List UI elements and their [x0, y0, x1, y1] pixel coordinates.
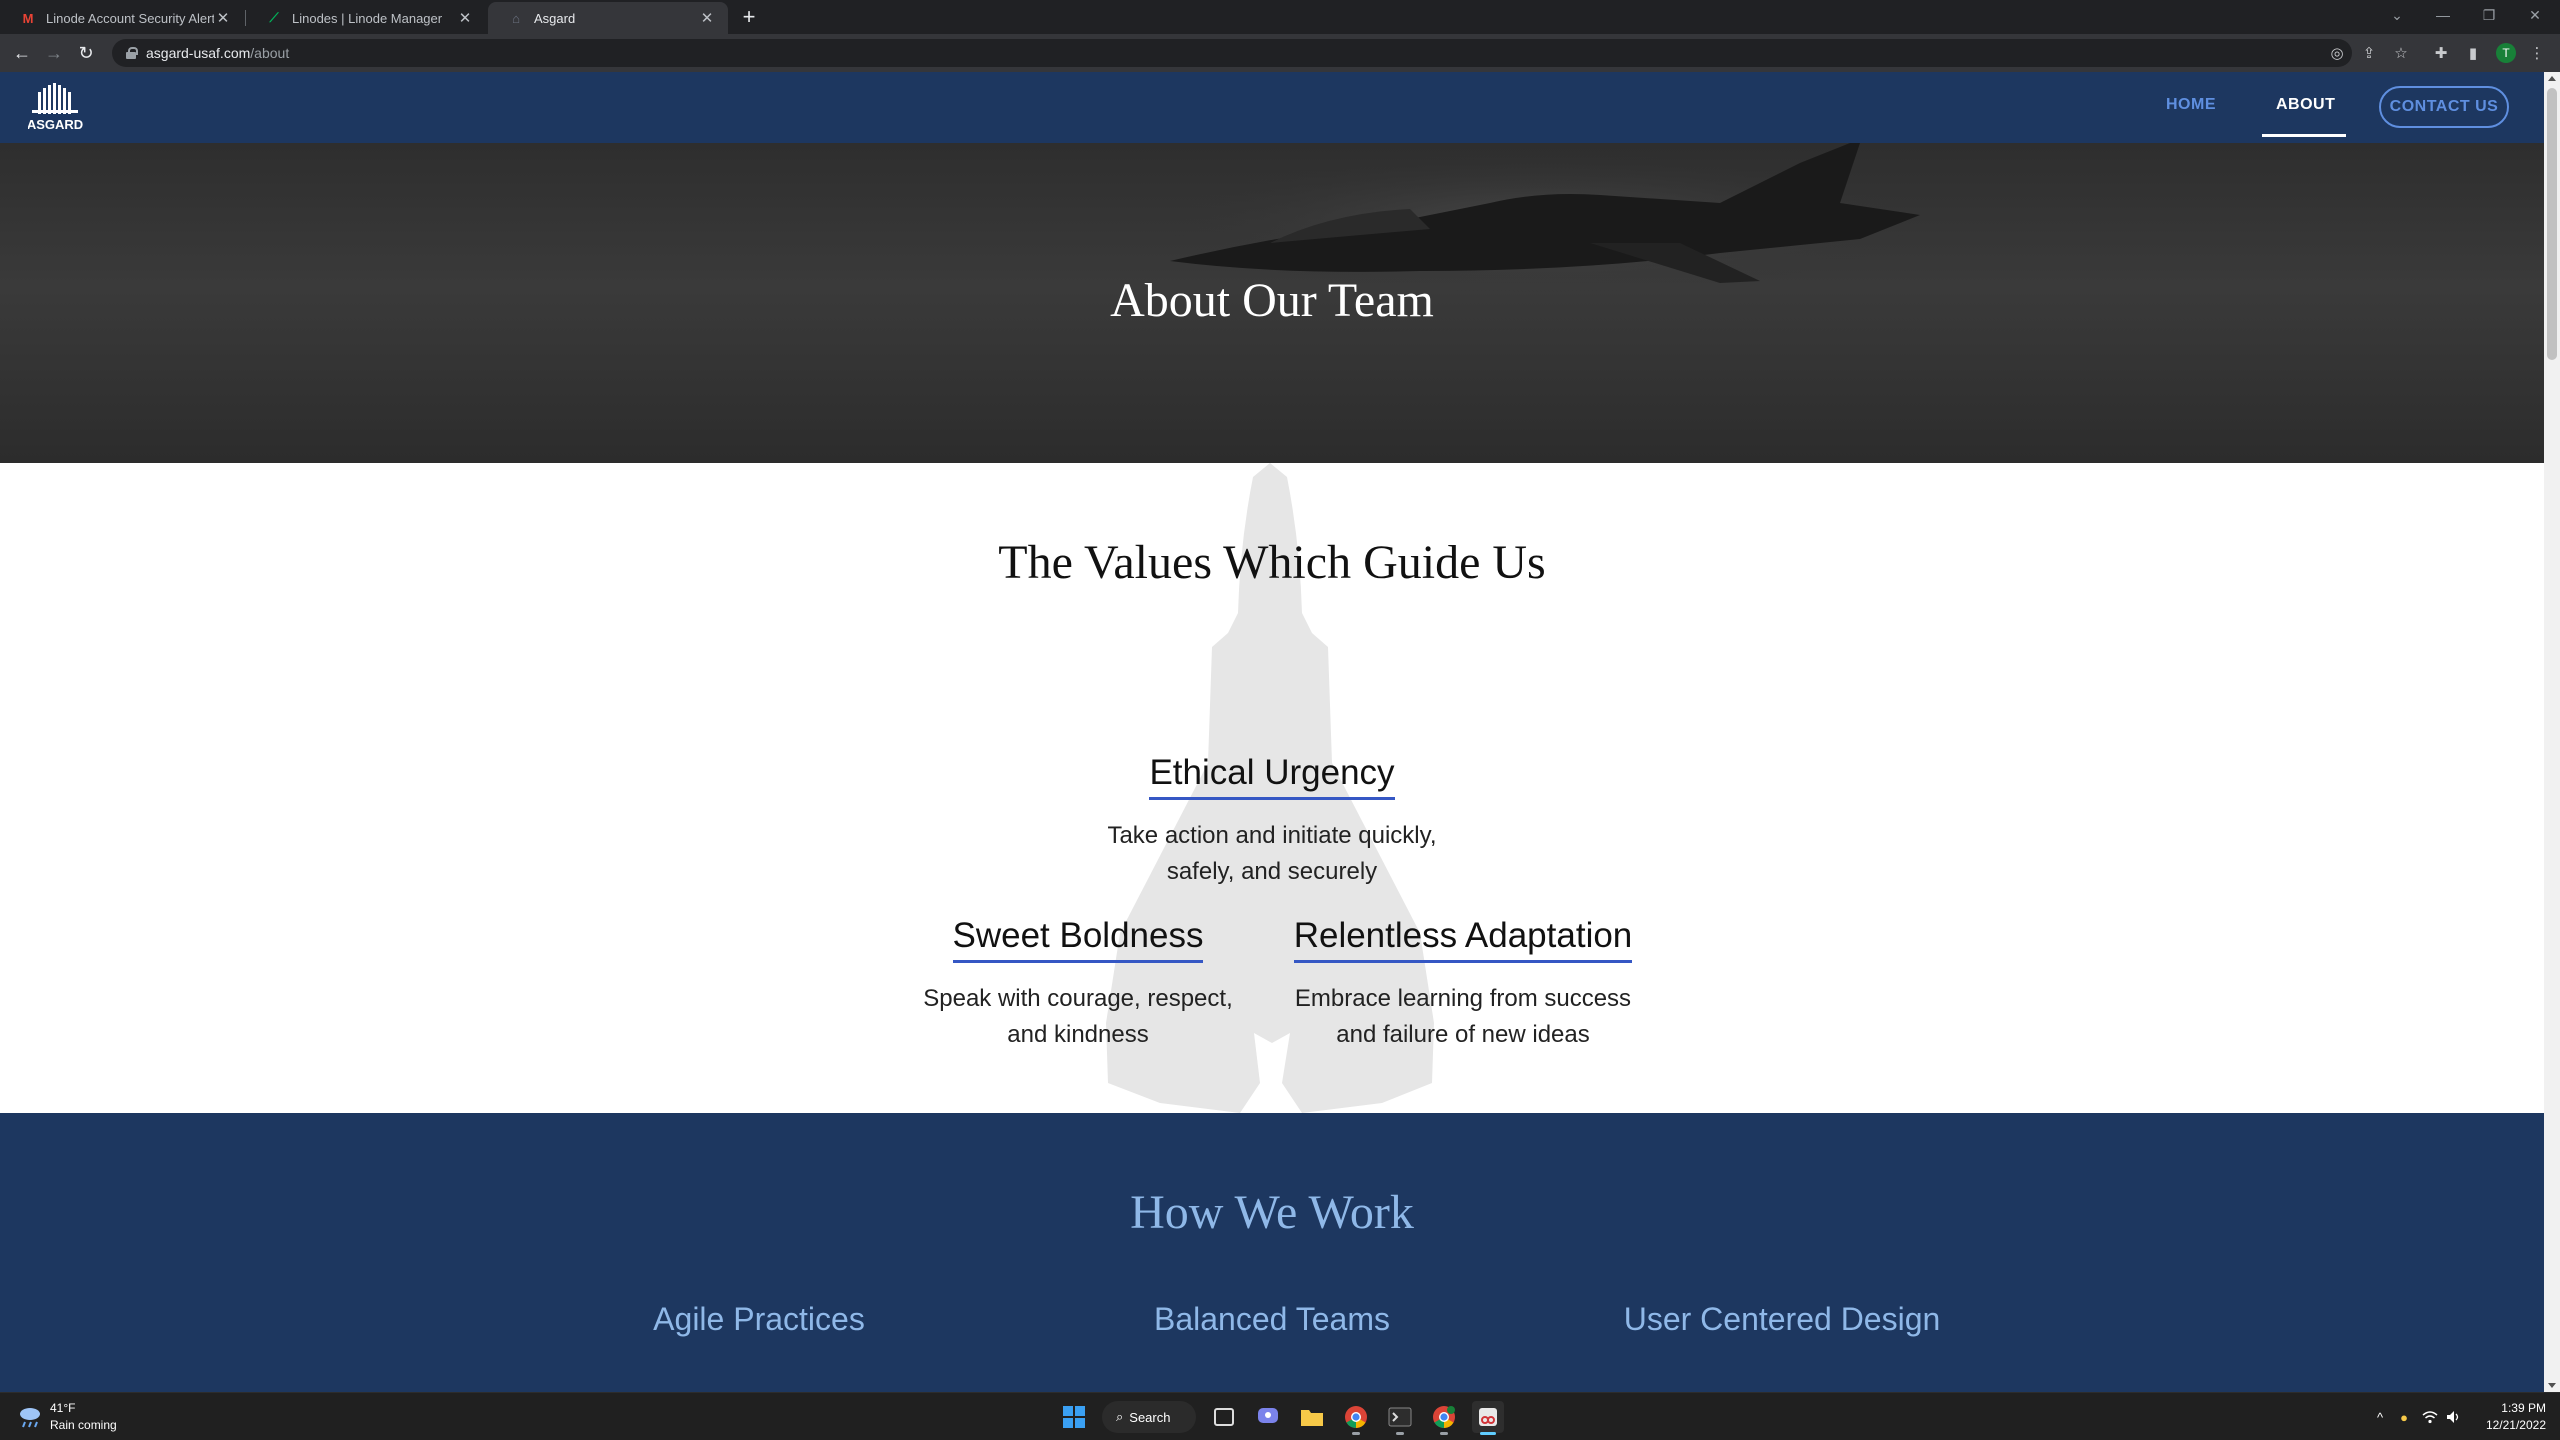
how-item-user-centered-design: User Centered Design: [1623, 1301, 1941, 1337]
windows-start-icon[interactable]: [1058, 1401, 1090, 1433]
close-window-button[interactable]: ✕: [2512, 0, 2558, 30]
lock-icon[interactable]: [126, 47, 138, 59]
teams-chat-icon[interactable]: [1252, 1401, 1284, 1433]
restore-button[interactable]: ❐: [2466, 0, 2512, 30]
value-heading: Sweet Boldness: [952, 916, 1204, 963]
value-card-ethical-urgency: Ethical Urgency Take action and initiate…: [1072, 753, 1472, 890]
google-lens-icon[interactable]: ◎: [2326, 42, 2348, 64]
page-viewport: ASGARD HOME ABOUT CONTACT US About Our T…: [0, 72, 2544, 1392]
running-indicator: [1396, 1432, 1404, 1435]
weather-rain-icon[interactable]: [16, 1403, 44, 1431]
how-item-agile-practices: Agile Practices: [653, 1301, 865, 1337]
minimize-button[interactable]: —: [2420, 0, 2466, 30]
url-host: asgard-usaf.com: [146, 45, 251, 61]
contact-us-button[interactable]: CONTACT US: [2379, 86, 2509, 128]
close-icon[interactable]: ✕: [214, 9, 232, 27]
forward-icon[interactable]: →: [40, 39, 68, 67]
gmail-icon: M: [22, 10, 34, 26]
value-description: Speak with courage, respect, and kindnes…: [878, 981, 1278, 1053]
value-description-line: Take action and initiate quickly,: [1107, 822, 1437, 849]
browser-menu-icon[interactable]: ⋮: [2526, 42, 2548, 64]
chrome-profile-icon[interactable]: [1428, 1401, 1460, 1435]
clock-date[interactable]: 12/21/2022: [2478, 1418, 2546, 1432]
running-indicator: [1480, 1432, 1496, 1435]
tab-linode-manager[interactable]: ⟋ Linodes | Linode Manager ✕: [246, 2, 486, 34]
weather-description[interactable]: Rain coming: [50, 1418, 117, 1432]
volume-icon[interactable]: [2444, 1407, 2464, 1427]
taskbar-search[interactable]: ⌕ Search: [1102, 1401, 1196, 1433]
file-explorer-icon[interactable]: [1296, 1401, 1328, 1433]
how-we-work-title: How We Work: [1130, 1186, 1414, 1239]
profile-avatar[interactable]: T: [2496, 43, 2516, 63]
scroll-up-arrow[interactable]: [2548, 76, 2556, 81]
logo-wordmark: ASGARD: [28, 117, 83, 132]
nav-about-link[interactable]: ABOUT: [2276, 96, 2335, 114]
tab-asgard[interactable]: ⌂ Asgard ✕: [488, 2, 728, 34]
value-description: Take action and initiate quickly, safely…: [1072, 818, 1472, 890]
side-panel-icon[interactable]: ▮: [2462, 42, 2484, 64]
value-description-line: Speak with courage, respect,: [923, 985, 1233, 1012]
values-section: The Values Which Guide Us Ethical Urgenc…: [0, 463, 2544, 1113]
how-we-work-section: How We Work Agile Practices Balanced Tea…: [0, 1113, 2544, 1392]
url-path: /about: [250, 45, 290, 61]
nav-home-link[interactable]: HOME: [2166, 96, 2216, 114]
values-title: The Values Which Guide Us: [998, 536, 1546, 589]
fighter-jet-image: [1160, 143, 1920, 293]
value-description-line: and kindness: [1007, 1021, 1149, 1048]
scrollbar-thumb[interactable]: [2547, 88, 2557, 360]
windows-taskbar: 41°F Rain coming ⌕ Search ^ ● 1:39 PM 12…: [0, 1392, 2560, 1440]
tab-title: Linode Account Security Alert - A: [46, 10, 214, 26]
search-icon: ⌕: [1116, 1409, 1124, 1424]
value-description-line: and failure of new ideas: [1336, 1021, 1590, 1048]
browser-toolbar: ← → ↻ asgard-usaf.com /about ◎ ⇪ ☆ ✚ ▮ T…: [0, 34, 2560, 72]
back-icon[interactable]: ←: [8, 39, 36, 67]
value-card-sweet-boldness: Sweet Boldness Speak with courage, respe…: [878, 916, 1278, 1053]
terminal-icon[interactable]: [1384, 1401, 1416, 1435]
tray-overflow-chevron-icon[interactable]: ^: [2370, 1407, 2390, 1427]
wifi-icon[interactable]: [2420, 1407, 2440, 1427]
reload-icon[interactable]: ↻: [72, 39, 100, 67]
extensions-icon[interactable]: ✚: [2430, 42, 2452, 64]
hero-banner: About Our Team: [0, 143, 2544, 463]
scroll-down-arrow[interactable]: [2548, 1383, 2556, 1388]
page-title: About Our Team: [1110, 274, 1434, 327]
tab-linode-security-alert[interactable]: M Linode Account Security Alert - A ✕: [0, 2, 244, 34]
active-nav-indicator: [2262, 134, 2346, 137]
asgard-logo[interactable]: ASGARD: [27, 82, 84, 134]
value-card-relentless-adaptation: Relentless Adaptation Embrace learning f…: [1263, 916, 1663, 1053]
bookmark-star-icon[interactable]: ☆: [2390, 42, 2412, 64]
share-icon[interactable]: ⇪: [2358, 42, 2380, 64]
tab-title: Asgard: [534, 10, 576, 26]
value-description-line: safely, and securely: [1166, 858, 1378, 885]
close-icon[interactable]: ✕: [698, 9, 716, 27]
browser-tabstrip: M Linode Account Security Alert - A ✕ ⟋ …: [0, 0, 2560, 34]
running-indicator: [1352, 1432, 1360, 1435]
value-description: Embrace learning from success and failur…: [1263, 981, 1663, 1053]
asgard-favicon: ⌂: [512, 10, 520, 26]
snipping-tool-icon[interactable]: [1472, 1401, 1504, 1435]
task-view-icon[interactable]: [1208, 1401, 1240, 1433]
tab-title: Linodes | Linode Manager: [292, 10, 443, 26]
site-header: ASGARD HOME ABOUT CONTACT US: [0, 72, 2544, 143]
address-bar[interactable]: asgard-usaf.com /about: [112, 39, 2352, 67]
tab-search-icon[interactable]: ⌄: [2374, 0, 2420, 30]
how-item-balanced-teams: Balanced Teams: [1154, 1301, 1390, 1337]
value-heading: Relentless Adaptation: [1293, 916, 1633, 963]
weather-temperature[interactable]: 41°F: [50, 1401, 75, 1415]
value-heading: Ethical Urgency: [1149, 753, 1395, 800]
search-label: Search: [1129, 1409, 1171, 1425]
value-description-line: Embrace learning from success: [1294, 985, 1632, 1012]
close-icon[interactable]: ✕: [456, 9, 474, 27]
clock-time[interactable]: 1:39 PM: [2490, 1401, 2546, 1415]
running-indicator: [1440, 1432, 1448, 1435]
chrome-icon[interactable]: [1340, 1401, 1372, 1435]
linode-icon: ⟋: [269, 10, 279, 25]
new-tab-button[interactable]: +: [736, 4, 762, 30]
page-scrollbar[interactable]: [2544, 72, 2560, 1392]
onedrive-sync-icon[interactable]: ●: [2394, 1407, 2414, 1427]
